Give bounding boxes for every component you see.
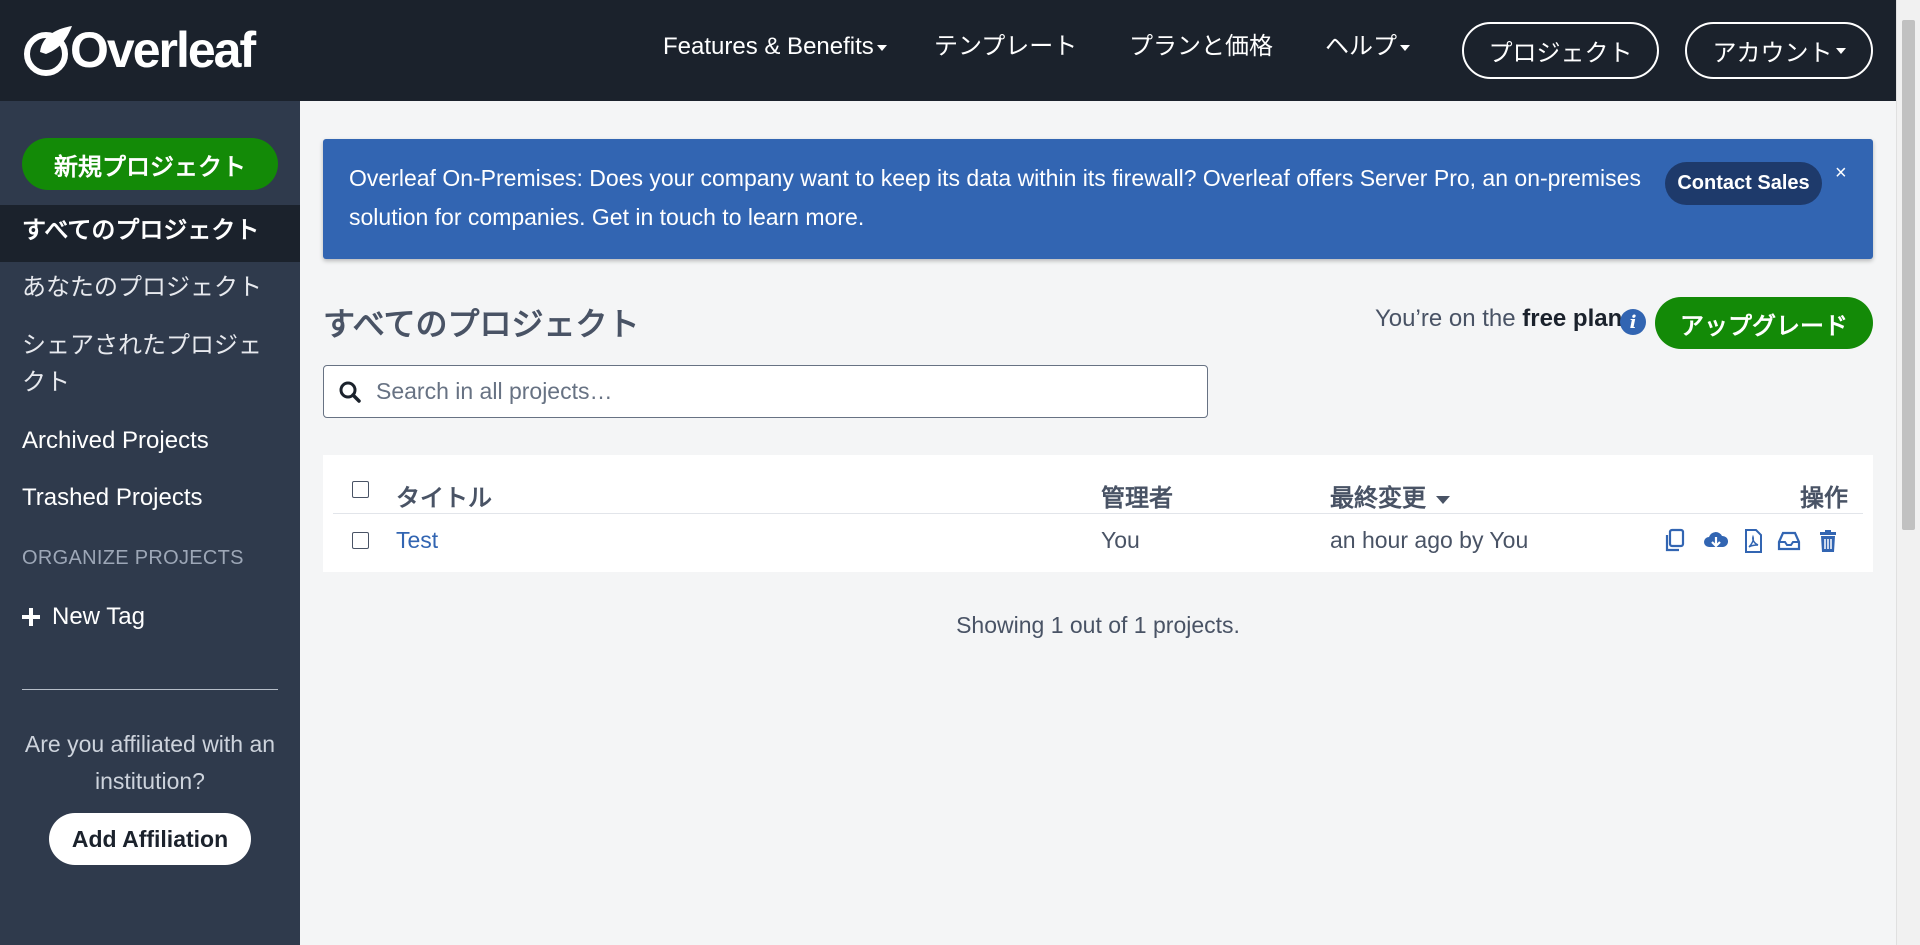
column-header-actions: 操作 xyxy=(1800,485,1848,512)
sidebar-item-archived-projects[interactable]: Archived Projects xyxy=(22,423,272,459)
project-last-modified: an hour ago by You xyxy=(1330,527,1529,553)
affiliation-prompt: Are you affiliated with an institution? xyxy=(24,731,276,794)
nav-features-label: Features & Benefits xyxy=(663,33,874,60)
project-title-link[interactable]: Test xyxy=(396,527,438,554)
archive-icon[interactable] xyxy=(1776,528,1802,554)
search-input[interactable] xyxy=(376,367,1196,416)
plan-status: You’re on the free plan xyxy=(1375,305,1622,333)
account-nav-label: アカウント xyxy=(1712,40,1833,67)
trash-icon[interactable] xyxy=(1815,528,1841,554)
projects-nav-button[interactable]: プロジェクト xyxy=(1462,22,1659,79)
select-all-checkbox[interactable] xyxy=(352,481,369,498)
sidebar-item-your-projects[interactable]: あなたのプロジェクト xyxy=(22,270,272,306)
nav-templates-label: テンプレート xyxy=(934,33,1078,60)
sidebar-item-shared-projects[interactable]: シェアされたプロジェクト xyxy=(22,327,272,401)
nav-pricing[interactable]: プランと価格 xyxy=(1129,30,1273,64)
info-icon[interactable]: i xyxy=(1620,309,1646,335)
new-project-button[interactable]: 新規プロジェクト xyxy=(22,138,278,190)
nav-help[interactable]: ヘルプ xyxy=(1325,30,1410,64)
sidebar: 新規プロジェクト すべてのプロジェクト あなたのプロジェクト シェアされたプロジ… xyxy=(0,101,300,945)
column-header-last-modified[interactable]: 最終変更 xyxy=(1330,478,1450,513)
account-nav-button[interactable]: アカウント xyxy=(1685,22,1873,79)
page-scrollbar[interactable] xyxy=(1896,0,1920,945)
caret-down-icon xyxy=(1835,47,1846,54)
organize-projects-heading: ORGANIZE PROJECTS xyxy=(22,547,244,569)
projects-table: タイトル 管理者 最終変更 操作 Test You an hour ago by… xyxy=(323,455,1873,572)
plus-icon xyxy=(22,608,40,626)
page-title: すべてのプロジェクト xyxy=(323,306,640,342)
plan-prefix: You’re on the xyxy=(1375,305,1523,332)
sidebar-divider xyxy=(22,689,278,690)
copy-icon[interactable] xyxy=(1662,528,1688,554)
search-icon xyxy=(339,381,361,403)
sort-down-icon xyxy=(1436,495,1450,504)
nav-features[interactable]: Features & Benefits xyxy=(663,30,887,64)
logo-text: Overleaf xyxy=(70,22,256,78)
download-icon[interactable] xyxy=(1703,528,1729,554)
banner-text: Overleaf On-Premises: Does your company … xyxy=(349,165,1641,230)
search-box xyxy=(323,365,1208,418)
sidebar-item-all-projects[interactable]: すべてのプロジェクト xyxy=(22,213,272,249)
new-tag-button[interactable]: New Tag xyxy=(22,603,145,631)
overleaf-logo[interactable]: Overleaf xyxy=(22,20,256,80)
close-icon[interactable]: × xyxy=(1835,163,1847,183)
projects-count: Showing 1 out of 1 projects. xyxy=(956,612,1240,638)
plan-name: free plan xyxy=(1522,305,1623,332)
nav-help-label: ヘルプ xyxy=(1325,33,1397,60)
scrollbar-thumb[interactable] xyxy=(1902,20,1915,530)
column-header-owner[interactable]: 管理者 xyxy=(1101,478,1173,513)
row-checkbox[interactable] xyxy=(352,532,369,549)
project-owner: You xyxy=(1101,527,1140,553)
on-premises-banner: Overleaf On-Premises: Does your company … xyxy=(323,139,1873,259)
last-modified-label: 最終変更 xyxy=(1330,485,1426,512)
upgrade-button[interactable]: アップグレード xyxy=(1655,297,1873,349)
top-navbar: Overleaf Features & Benefits テンプレート プランと… xyxy=(0,0,1896,101)
projects-nav-label: プロジェクト xyxy=(1488,40,1633,67)
pdf-icon[interactable] xyxy=(1740,528,1766,554)
nav-pricing-label: プランと価格 xyxy=(1129,33,1273,60)
caret-down-icon xyxy=(876,44,887,51)
column-header-title[interactable]: タイトル xyxy=(396,478,492,513)
caret-down-icon xyxy=(1400,44,1410,51)
nav-templates[interactable]: テンプレート xyxy=(934,30,1077,64)
header-divider xyxy=(333,513,1863,514)
contact-sales-button[interactable]: Contact Sales xyxy=(1665,162,1822,205)
add-affiliation-button[interactable]: Add Affiliation xyxy=(49,813,251,865)
new-tag-label: New Tag xyxy=(52,603,145,630)
sidebar-item-trashed-projects[interactable]: Trashed Projects xyxy=(22,480,272,516)
